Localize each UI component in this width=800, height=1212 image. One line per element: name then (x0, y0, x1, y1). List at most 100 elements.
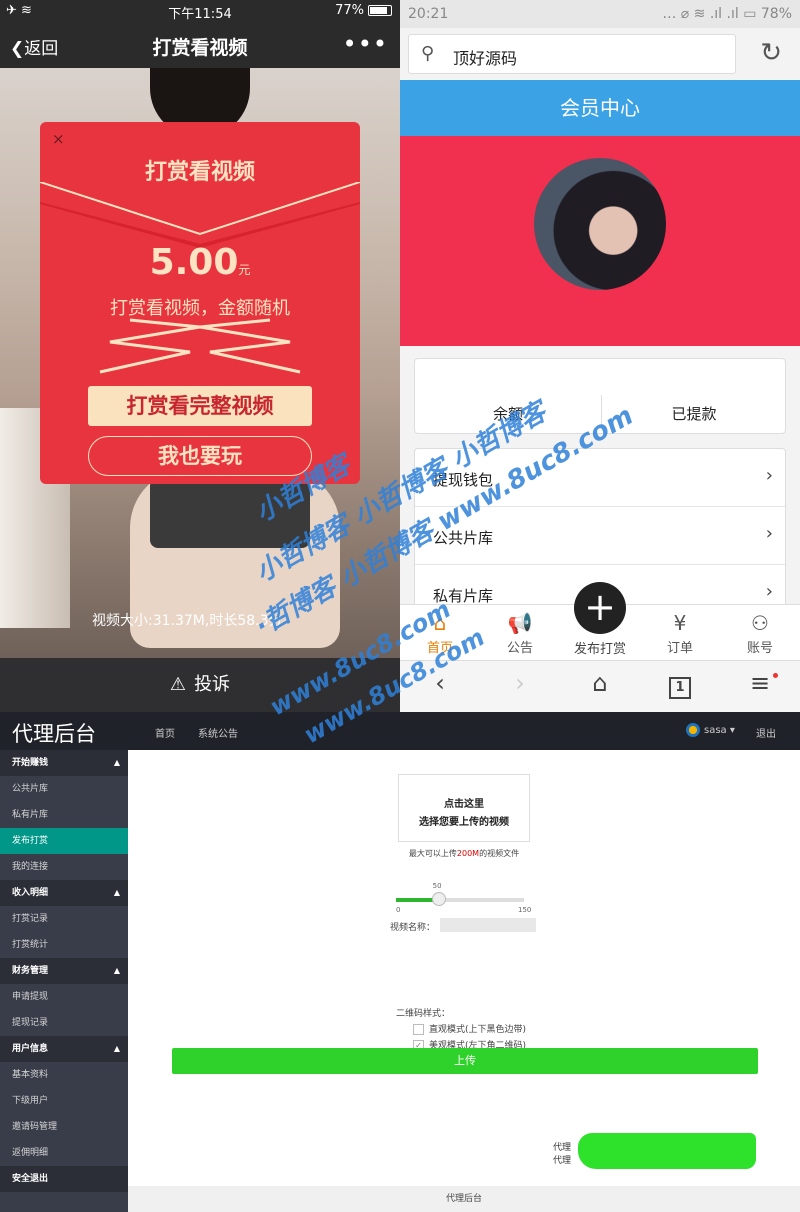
sidebar-group-start-earning[interactable]: 开始赚钱 ▲ (0, 750, 128, 776)
sidebar-item-reward-stats[interactable]: 打赏统计 (0, 932, 128, 958)
amount-currency: 元 (238, 263, 251, 277)
user-icon: ⚇ (751, 611, 769, 635)
browser-menu-icon[interactable]: ≡ (740, 669, 780, 697)
warning-icon: ⚠ (169, 674, 187, 695)
close-icon[interactable]: × (52, 130, 65, 148)
menu-item-label: 私有片库 (433, 587, 494, 605)
nav-home[interactable]: 首页 (155, 725, 175, 740)
report-button[interactable]: ⚠ 投诉 (0, 658, 400, 712)
balance-label[interactable]: 余额 (415, 403, 601, 424)
sidebar-item-commission[interactable]: 返佣明细 (0, 1140, 128, 1166)
browser-tabs-icon[interactable]: 1 (660, 669, 700, 699)
upload-button[interactable]: 上传 (172, 1048, 758, 1074)
menu-item-public-library[interactable]: 公共片库 › (415, 507, 785, 565)
tab-orders[interactable]: ¥ 订单 (640, 605, 720, 656)
tab-notice[interactable]: 📢 公告 (480, 605, 560, 656)
caret-up-icon: ▲ (113, 888, 120, 897)
battery-percent: 77% (335, 3, 364, 18)
more-options-icon[interactable]: ••• (343, 30, 388, 58)
video-upload-area[interactable]: 点击这里 选择您要上传的视频 (398, 774, 530, 842)
profile-banner (400, 136, 800, 346)
tab-label: 首页 (426, 641, 453, 656)
publish-reward-button[interactable]: + (574, 582, 626, 634)
sidebar-group-finance[interactable]: 财务管理 ▲ (0, 958, 128, 984)
admin-footer: 代理后台 (128, 1186, 800, 1212)
agent-line: 代理 (553, 1143, 572, 1153)
avatar[interactable] (534, 158, 666, 290)
status-time: 20:21 (408, 6, 449, 22)
caret-up-icon: ▲ (113, 966, 120, 975)
video-name-label: 视频名称： (390, 923, 436, 933)
member-center-title: 会员中心 (400, 80, 800, 136)
sidebar-item-sub-users[interactable]: 下级用户 (0, 1088, 128, 1114)
right-phone-screen: 20:21 … ⌀ ≋ .ıl .ıl ▭ 78% ⚲ 顶好源码 ↻ 会员中心 … (400, 0, 800, 712)
battery-icon (368, 5, 392, 16)
option-label: 直观模式(上下黑色边带) (429, 1025, 527, 1035)
caret-up-icon: ▲ (113, 758, 120, 767)
video-name-input[interactable] (440, 918, 536, 932)
username: sasa (704, 725, 727, 736)
nav-announcement[interactable]: 系统公告 (198, 725, 238, 740)
qr-style-label: 二维码样式： (396, 1009, 451, 1019)
slider-value: 50 (432, 882, 442, 890)
hint-size: 200M (456, 849, 480, 858)
tab-count: 1 (669, 677, 691, 699)
sidebar-item-safe-logout[interactable]: 安全退出 (0, 1166, 128, 1192)
refresh-icon[interactable]: ↻ (760, 38, 782, 68)
price-slider[interactable] (396, 892, 524, 906)
me-too-button[interactable]: 我也要玩 (88, 436, 312, 476)
admin-sidebar: 开始赚钱 ▲ 公共片库 私有片库 发布打赏 我的连接 收入明细 ▲ 打赏记录 打赏统… (0, 750, 128, 1212)
status-bar: 20:21 … ⌀ ≋ .ıl .ıl ▭ 78% (400, 0, 800, 28)
sidebar-item-invite-codes[interactable]: 邀请码管理 (0, 1114, 128, 1140)
slider-handle[interactable] (431, 892, 446, 906)
admin-brand: 代理后台 (12, 722, 96, 746)
menu-item-label: 提现钱包 (433, 471, 494, 489)
group-label: 财务管理 (12, 966, 49, 976)
agent-admin-panel: 代理后台 首页 系统公告 sasa ▾ 退出 开始赚钱 ▲ 公共片库 私有片库 发… (0, 712, 800, 1212)
browser-home-icon[interactable]: ⌂ (580, 669, 620, 697)
notification-dot (773, 673, 778, 678)
sidebar-item-public-library[interactable]: 公共片库 (0, 776, 128, 802)
search-input[interactable]: ⚲ 顶好源码 (408, 34, 736, 74)
battery-percent: 78% (760, 6, 792, 22)
battery-indicator: 77% (335, 3, 392, 18)
tab-account[interactable]: ⚇ 账号 (720, 605, 800, 656)
reward-watch-button[interactable]: 打赏看完整视频 (88, 386, 312, 426)
sidebar-item-withdraw-records[interactable]: 提现记录 (0, 1010, 128, 1036)
caret-up-icon: ▲ (113, 1044, 120, 1053)
red-packet-amount: 5.00元 (40, 242, 360, 283)
tab-label: 公告 (506, 641, 533, 656)
menu-item-withdraw-wallet[interactable]: 提现钱包 › (415, 449, 785, 507)
qr-option-plain[interactable]: 直观模式(上下黑色边带) (413, 1022, 526, 1035)
plus-icon: + (584, 585, 616, 629)
agent-line: 代理 (553, 1156, 572, 1166)
megaphone-icon: 📢 (507, 611, 533, 635)
sidebar-item-private-library[interactable]: 私有片库 (0, 802, 128, 828)
upload-prompt-line2: 选择您要上传的视频 (419, 817, 509, 828)
sidebar-group-income[interactable]: 收入明细 ▲ (0, 880, 128, 906)
chevron-right-icon: › (765, 523, 773, 544)
browser-back-icon[interactable]: ‹ (420, 669, 460, 697)
logout-link[interactable]: 退出 (756, 725, 776, 740)
admin-main-content: 点击这里 选择您要上传的视频 最大可以上传200M的视频文件 50 0 150 … (128, 750, 800, 1212)
checkbox-unchecked[interactable] (413, 1024, 424, 1035)
sidebar-group-user-info[interactable]: 用户信息 ▲ (0, 1036, 128, 1062)
browser-toolbar: ‹ › ⌂ 1 ≡ (400, 660, 800, 712)
redaction-mark (578, 1133, 756, 1169)
sidebar-item-my-links[interactable]: 我的连接 (0, 854, 128, 880)
tab-label: 账号 (746, 641, 773, 656)
status-bar: ✈ ≋ 下午11:54 77% (0, 0, 400, 22)
sidebar-item-reward-records[interactable]: 打赏记录 (0, 906, 128, 932)
sidebar-item-basic-profile[interactable]: 基本资料 (0, 1062, 128, 1088)
sidebar-item-apply-withdraw[interactable]: 申请提现 (0, 984, 128, 1010)
hint-post: 的视频文件 (479, 849, 520, 858)
tab-home[interactable]: ⌂ 首页 (400, 605, 480, 656)
user-menu[interactable]: sasa ▾ (686, 723, 735, 737)
menu-item-label: 公共片库 (433, 529, 494, 547)
chevron-right-icon: › (765, 581, 773, 602)
slider-min: 0 (396, 906, 401, 914)
browser-forward-icon[interactable]: › (500, 669, 540, 697)
sidebar-item-publish-reward[interactable]: 发布打赏 (0, 828, 128, 854)
withdrawn-label[interactable]: 已提款 (601, 403, 787, 424)
search-icon: ⚲ (421, 43, 435, 64)
